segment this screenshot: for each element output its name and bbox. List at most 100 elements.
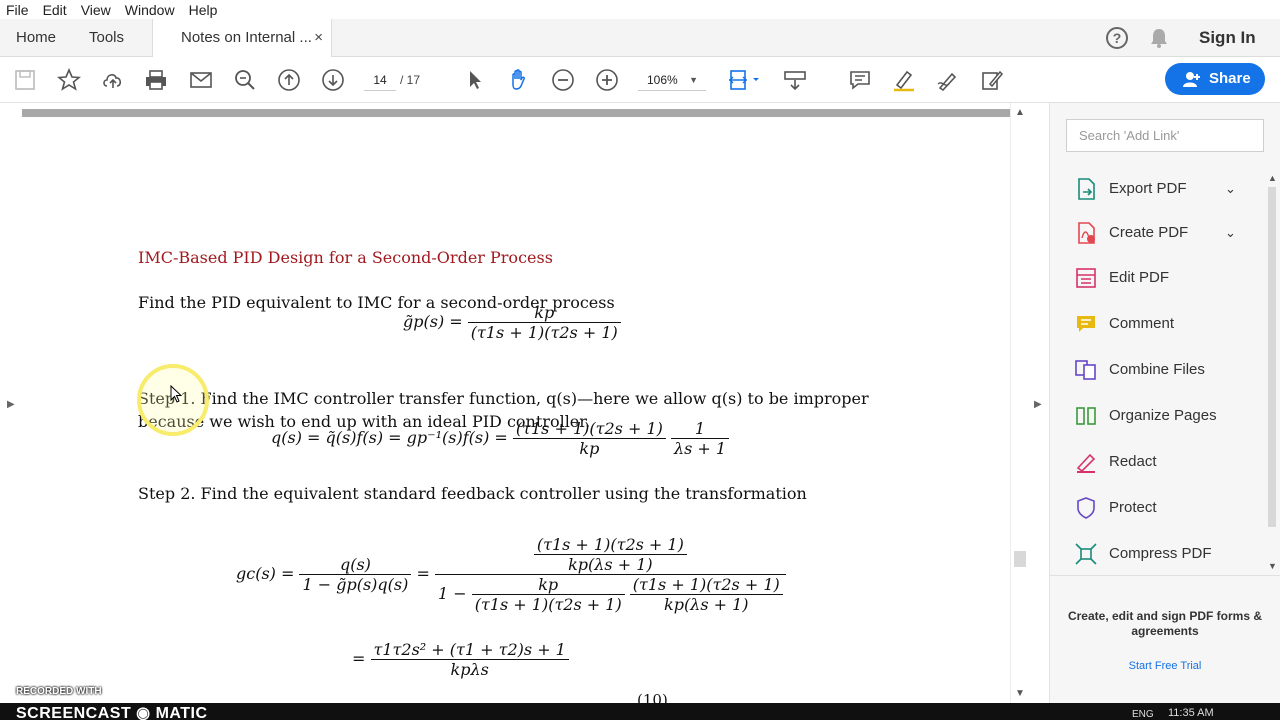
menu-help[interactable]: Help bbox=[183, 2, 226, 18]
tool-redact[interactable]: Redact bbox=[1075, 447, 1255, 477]
eq3-compound-fraction: (τ1s + 1)(τ2s + 1) kp(λs + 1) 1 − kp (τ1… bbox=[434, 535, 786, 614]
equation-number: (10) bbox=[637, 691, 668, 703]
document-scrollbar[interactable]: ▲ ▼ bbox=[1010, 103, 1028, 703]
screencast-brand-logo: SCREENCAST ◉ MATIC bbox=[16, 705, 208, 722]
tool-label: Create PDF bbox=[1109, 224, 1189, 241]
sign-icon[interactable] bbox=[936, 68, 960, 92]
upload-icon[interactable] bbox=[101, 68, 125, 92]
create-pdf-icon bbox=[1078, 222, 1095, 244]
fill-sign-icon[interactable] bbox=[980, 68, 1004, 92]
page-up-icon[interactable] bbox=[277, 68, 301, 92]
share-button[interactable]: Share bbox=[1165, 63, 1265, 95]
tab-document[interactable]: Notes on Internal ... × bbox=[152, 19, 332, 58]
equation-final-result: = τ1τ2s² + (τ1 + τ2)s + 1 kpλs bbox=[352, 640, 569, 679]
tool-export-pdf[interactable]: Export PDF ⌄ bbox=[1075, 174, 1255, 204]
star-icon[interactable] bbox=[56, 67, 82, 92]
equation-imc-controller: q(s) = q̃(s)f(s) = gp⁻¹(s)f(s) = (τ1s + … bbox=[271, 419, 730, 458]
zoom-search-icon[interactable] bbox=[233, 68, 257, 92]
menu-view[interactable]: View bbox=[75, 2, 119, 18]
edit-pdf-icon bbox=[1076, 268, 1096, 288]
scrollbar-thumb[interactable] bbox=[1014, 551, 1026, 567]
eq1-denominator: (τ1s + 1)(τ2s + 1) bbox=[467, 322, 621, 342]
eq3-numerator-1: q(s) bbox=[339, 555, 371, 574]
eq3-top-numerator: (τ1s + 1)(τ2s + 1) bbox=[536, 535, 684, 554]
page-total: / 17 bbox=[400, 73, 421, 87]
zoom-select[interactable]: 106% ▼ bbox=[638, 69, 706, 91]
menu-bar: File Edit View Window Help bbox=[0, 0, 1280, 19]
share-label: Share bbox=[1209, 70, 1251, 87]
hand-icon[interactable] bbox=[507, 68, 531, 92]
expand-left-panel-icon[interactable]: ▶ bbox=[7, 399, 15, 410]
scrollbar-thumb[interactable] bbox=[1268, 187, 1276, 527]
eq1-lhs: g̃p(s) = bbox=[403, 312, 463, 331]
tools-pane-scrollbar[interactable]: ▲ ▼ bbox=[1266, 173, 1278, 573]
page-number-input[interactable]: 14 bbox=[364, 69, 396, 91]
tool-create-pdf[interactable]: Create PDF ⌄ bbox=[1075, 218, 1255, 248]
clock[interactable]: 11:35 AM bbox=[1168, 707, 1214, 719]
organize-pages-icon bbox=[1076, 407, 1096, 425]
chevron-down-icon[interactable]: ⌄ bbox=[1225, 218, 1236, 248]
equation-feedback-controller: gc(s) = q(s) 1 − g̃p(s)q(s) = (τ1s + 1)(… bbox=[236, 535, 786, 614]
menu-edit[interactable]: Edit bbox=[37, 2, 75, 18]
add-user-icon bbox=[1183, 72, 1200, 87]
tool-label: Edit PDF bbox=[1109, 269, 1170, 286]
tool-label: Protect bbox=[1109, 499, 1157, 516]
save-icon[interactable] bbox=[13, 68, 37, 92]
eq3-final-fraction: τ1τ2s² + (τ1 + τ2)s + 1 kpλs bbox=[370, 640, 569, 679]
eq1-numerator: kp bbox=[534, 303, 555, 322]
tool-protect[interactable]: Protect bbox=[1075, 493, 1255, 523]
zoom-out-icon[interactable] bbox=[551, 68, 575, 92]
tab-tools[interactable]: Tools bbox=[89, 19, 124, 57]
close-tab-icon[interactable]: × bbox=[314, 19, 323, 57]
print-icon[interactable] bbox=[144, 68, 168, 92]
scroll-up-icon[interactable]: ▲ bbox=[1268, 173, 1277, 183]
eq3-bottom: 1 − kp (τ1s + 1)(τ2s + 1) (τ1s + 1)(τ2s … bbox=[434, 574, 786, 614]
collapse-right-panel-icon[interactable]: ▶ bbox=[1034, 399, 1042, 410]
page-border bbox=[22, 109, 1010, 117]
section-heading: IMC-Based PID Design for a Second-Order … bbox=[138, 248, 553, 267]
tab-bar: Home Tools Notes on Internal ... × ? Sig… bbox=[0, 19, 1280, 58]
start-free-trial-link[interactable]: Start Free Trial bbox=[1050, 660, 1280, 672]
scroll-up-icon[interactable]: ▲ bbox=[1015, 107, 1025, 118]
zoom-in-icon[interactable] bbox=[595, 68, 619, 92]
eq2-denominator-1: kp bbox=[512, 438, 666, 458]
tool-label: Redact bbox=[1109, 453, 1157, 470]
chevron-down-icon[interactable]: ⌄ bbox=[1225, 174, 1236, 204]
menu-window[interactable]: Window bbox=[119, 2, 183, 18]
scroll-down-icon[interactable]: ▼ bbox=[1268, 561, 1277, 571]
tool-combine-files[interactable]: Combine Files bbox=[1075, 355, 1255, 385]
highlight-icon[interactable] bbox=[892, 68, 916, 92]
document-viewer[interactable]: IMC-Based PID Design for a Second-Order … bbox=[22, 103, 1010, 703]
tab-home[interactable]: Home bbox=[16, 19, 56, 57]
left-panel-strip: ▶ bbox=[0, 103, 22, 703]
tool-comment[interactable]: Comment bbox=[1075, 309, 1255, 339]
eq2-denominator-2: λs + 1 bbox=[670, 438, 730, 458]
tool-compress-pdf[interactable]: Compress PDF bbox=[1075, 539, 1255, 569]
eq3-top-denominator: kp(λs + 1) bbox=[533, 554, 687, 574]
page-down-icon[interactable] bbox=[321, 68, 345, 92]
tool-edit-pdf[interactable]: Edit PDF bbox=[1075, 263, 1255, 293]
tab-document-label: Notes on Internal ... bbox=[181, 29, 312, 46]
tools-search-input[interactable]: Search 'Add Link' bbox=[1066, 119, 1264, 152]
equation-process-model: g̃p(s) = kp (τ1s + 1)(τ2s + 1) bbox=[403, 303, 621, 342]
comment-icon[interactable] bbox=[848, 68, 872, 92]
scroll-mode-icon[interactable] bbox=[783, 68, 807, 92]
select-arrow-icon[interactable] bbox=[463, 68, 487, 92]
sign-in-button[interactable]: Sign In bbox=[1199, 19, 1256, 57]
language-indicator[interactable]: ENG bbox=[1132, 709, 1154, 720]
tool-organize-pages[interactable]: Organize Pages bbox=[1075, 401, 1255, 431]
recorded-with-label: RECORDED WITH bbox=[16, 686, 102, 697]
eq2-lhs: q(s) = q̃(s)f(s) = gp⁻¹(s)f(s) = bbox=[271, 428, 508, 447]
bell-icon[interactable] bbox=[1150, 28, 1168, 48]
fit-page-icon[interactable] bbox=[727, 68, 761, 92]
redact-icon bbox=[1076, 453, 1096, 473]
mail-icon[interactable] bbox=[189, 68, 213, 92]
help-icon[interactable]: ? bbox=[1106, 27, 1128, 49]
scroll-down-icon[interactable]: ▼ bbox=[1015, 688, 1025, 699]
eq3-bottom-numerator-1: kp bbox=[538, 575, 559, 594]
eq3-top: (τ1s + 1)(τ2s + 1) kp(λs + 1) bbox=[435, 535, 786, 574]
divider bbox=[1050, 575, 1280, 576]
tool-label: Combine Files bbox=[1109, 361, 1205, 378]
export-pdf-icon bbox=[1078, 178, 1095, 200]
menu-file[interactable]: File bbox=[0, 2, 37, 18]
